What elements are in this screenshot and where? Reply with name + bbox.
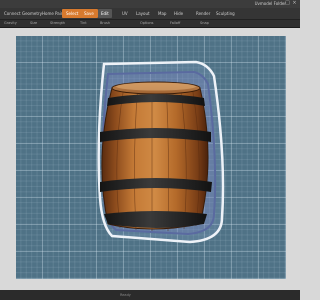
tab-home[interactable]: Home bbox=[42, 9, 54, 18]
tab-uv[interactable]: UV bbox=[122, 9, 128, 18]
toolbar-item-strength[interactable]: Strength bbox=[50, 20, 65, 27]
tab-connect[interactable]: Connect bbox=[4, 9, 21, 18]
tab-sculpting[interactable]: Sculpting bbox=[216, 9, 235, 18]
toolbar-item-brush[interactable]: Brush bbox=[100, 20, 110, 27]
tab-save[interactable]: Save bbox=[80, 9, 98, 18]
toolbar-item-snap[interactable]: Snap bbox=[200, 20, 209, 27]
tab-edit[interactable]: Edit bbox=[98, 9, 112, 18]
toolbar-item-falloff[interactable]: Falloff bbox=[170, 20, 180, 27]
toolbar-item-tint[interactable]: Tint bbox=[80, 20, 87, 27]
3d-viewport[interactable] bbox=[0, 28, 300, 290]
minimize-button[interactable]: – bbox=[278, 1, 283, 6]
band-bottom bbox=[104, 211, 207, 228]
tab-layout[interactable]: Layout bbox=[136, 9, 150, 18]
status-text: Ready bbox=[120, 293, 131, 297]
tab-hide[interactable]: Hide bbox=[174, 9, 183, 18]
tab-geometry[interactable]: Geometry bbox=[22, 9, 42, 18]
toolbar-item-gravity[interactable]: Gravity bbox=[4, 20, 17, 27]
tab-render[interactable]: Render bbox=[196, 9, 210, 18]
status-bar: Ready bbox=[0, 290, 300, 300]
close-button[interactable]: × bbox=[292, 1, 297, 6]
title-bar: Uvmodel Folder – □ × bbox=[0, 0, 300, 8]
barrel-model[interactable] bbox=[0, 28, 300, 290]
app-window: Uvmodel Folder – □ × Connect Geometry Ho… bbox=[0, 0, 300, 300]
toolbar-item-options[interactable]: Options bbox=[140, 20, 154, 27]
options-toolbar: Gravity Size Strength Tint Brush Options… bbox=[0, 20, 300, 28]
tab-map[interactable]: Map bbox=[158, 9, 166, 18]
menu-tabs: Connect Geometry Home Paint Select Save … bbox=[0, 8, 300, 20]
maximize-button[interactable]: □ bbox=[285, 1, 290, 6]
toolbar-item-size[interactable]: Size bbox=[30, 20, 37, 27]
